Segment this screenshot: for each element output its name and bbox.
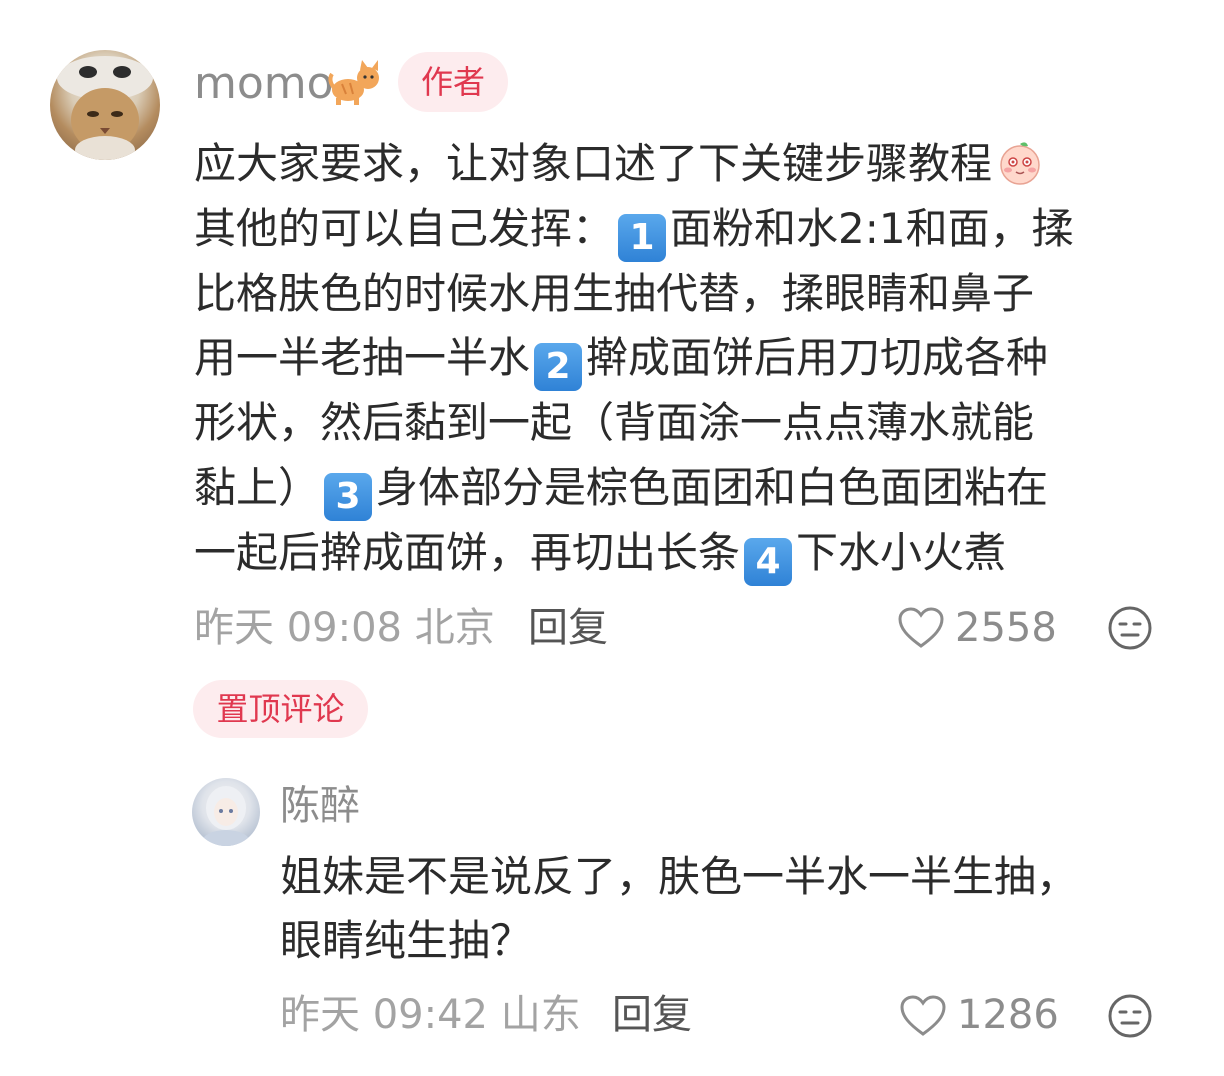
reply-like-count: 1286 xyxy=(957,992,1059,1038)
comment-text-segment: 应大家要求，让对象口述了下关键步骤教程 xyxy=(194,139,993,188)
keycap-2-icon: 2 xyxy=(534,343,583,391)
comment-text-segment: 一起后擀成面饼，再切出长条 xyxy=(194,527,741,577)
comment-text-segment: 黏上） xyxy=(194,462,321,512)
heart-icon[interactable] xyxy=(899,994,947,1038)
heart-icon[interactable] xyxy=(897,606,945,650)
author-badge: 作者 xyxy=(398,52,508,112)
peach-face-emoji-icon xyxy=(1000,142,1040,185)
comment-line: 应大家要求，让对象口述了下关键步骤教程 xyxy=(194,132,1169,197)
reply-reply-button[interactable]: 回复 xyxy=(612,990,692,1040)
neutral-face-icon[interactable] xyxy=(1107,993,1153,1039)
comment-text-segment: 下水小火煮 xyxy=(796,527,1007,577)
reply-time: 昨天 09:42 山东 xyxy=(280,992,581,1038)
keycap-4-icon: 4 xyxy=(744,537,793,586)
keycap-1-icon: 1 xyxy=(618,213,667,262)
comment-text-segment: 面粉和水2:1和面，揉 xyxy=(670,203,1074,253)
comment-text-segment: 比格肤色的时候水用生抽代替，揉眼睛和鼻子 xyxy=(194,268,1035,318)
neutral-face-icon[interactable] xyxy=(1107,605,1153,651)
author-username[interactable]: momo xyxy=(194,56,334,112)
cat-emoji-icon xyxy=(328,60,379,105)
cat-avatar-image xyxy=(57,56,153,160)
comment-text-segment: 身体部分是棕色面团和白色面团粘在 xyxy=(376,462,1049,512)
anime-avatar-image xyxy=(202,786,250,846)
comment-time: 昨天 09:08 北京 xyxy=(194,605,495,651)
comment-line: 用一半老抽一半水 2 擀成面饼后用刀切成各种 xyxy=(194,326,1169,391)
comment-line: 其他的可以自己发挥： 1 面粉和水2:1和面，揉 xyxy=(194,197,1169,262)
reply-avatar[interactable] xyxy=(192,778,260,846)
like-count: 2558 xyxy=(955,605,1057,651)
reply-line: 姐妹是不是说反了，肤色一半水一半生抽， xyxy=(280,852,1079,901)
author-avatar[interactable] xyxy=(50,50,160,160)
comment-text-segment: 擀成面饼后用刀切成各种 xyxy=(586,333,1049,382)
comment-text-segment: 其他的可以自己发挥： xyxy=(194,203,615,253)
pinned-comment-badge: 置顶评论 xyxy=(193,680,368,738)
comment-line: 黏上） 3 身体部分是棕色面团和白色面团粘在 xyxy=(194,456,1169,521)
comment-line: 形状，然后黏到一起（背面涂一点点薄水就能 xyxy=(194,391,1169,456)
reply-username[interactable]: 陈醉 xyxy=(280,778,360,834)
comment-text-segment: 形状，然后黏到一起（背面涂一点点薄水就能 xyxy=(194,398,1035,447)
keycap-3-icon: 3 xyxy=(324,472,373,521)
comment-text: 应大家要求，让对象口述了下关键步骤教程 其他的可以自己发挥： 1 面粉和水2:1和面… xyxy=(194,132,1169,586)
reply-button[interactable]: 回复 xyxy=(528,603,608,653)
reply-text: 姐妹是不是说反了，肤色一半水一半生抽， 眼睛纯生抽？ xyxy=(280,845,1224,973)
comment-line: 一起后擀成面饼，再切出长条 4 下水小火煮 xyxy=(194,521,1169,586)
comment-text-segment: 用一半老抽一半水 xyxy=(194,333,531,382)
reply-line: 眼睛纯生抽？ xyxy=(280,916,533,965)
comment-line: 比格肤色的时候水用生抽代替，揉眼睛和鼻子 xyxy=(194,262,1169,327)
